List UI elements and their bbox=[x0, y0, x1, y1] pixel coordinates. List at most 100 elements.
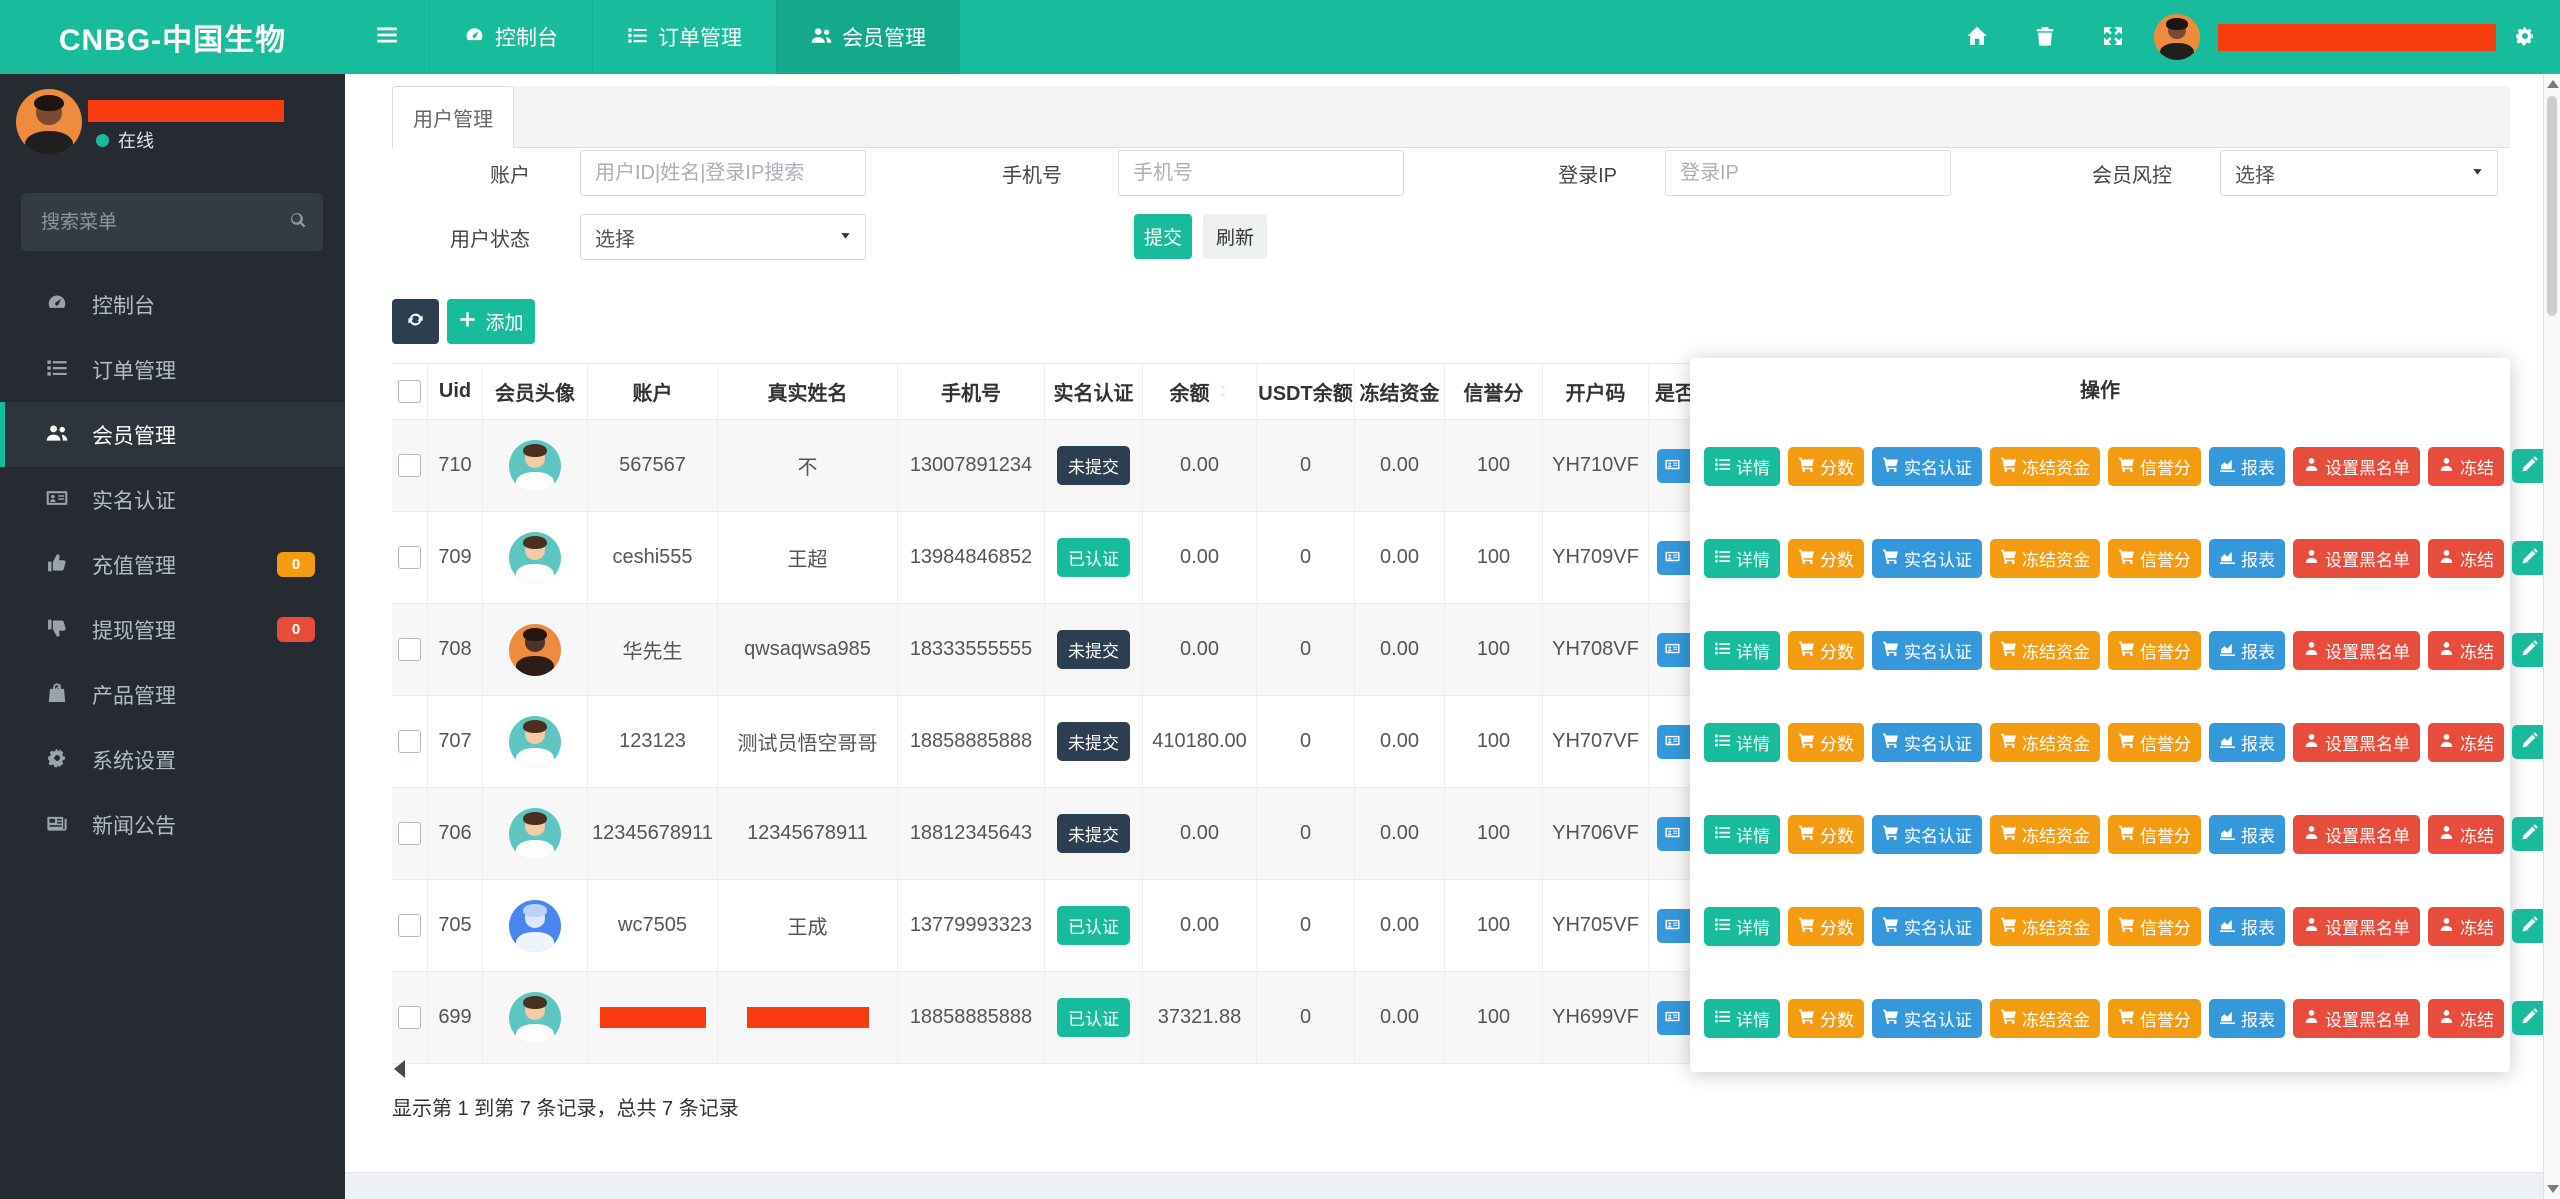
action-score-button[interactable]: 分数 bbox=[1788, 722, 1864, 762]
action-edit-button[interactable] bbox=[2512, 541, 2547, 575]
action-freeze-funds-button[interactable]: 冻结资金 bbox=[1990, 998, 2100, 1038]
action-realname-button[interactable]: 实名认证 bbox=[1872, 906, 1982, 946]
action-freeze-button[interactable]: 冻结 bbox=[2428, 814, 2504, 854]
action-freeze-funds-button[interactable]: 冻结资金 bbox=[1990, 722, 2100, 762]
action-score-button[interactable]: 分数 bbox=[1788, 906, 1864, 946]
login-ip-input[interactable] bbox=[1665, 150, 1951, 196]
sidebar-item-orders[interactable]: 订单管理 bbox=[0, 337, 345, 402]
nav-item-members[interactable]: 会员管理 bbox=[776, 0, 960, 74]
action-detail-button[interactable]: 详情 bbox=[1704, 630, 1780, 670]
add-member-button[interactable]: 添加 bbox=[447, 299, 535, 344]
action-detail-button[interactable]: 详情 bbox=[1704, 814, 1780, 854]
search-icon[interactable] bbox=[288, 210, 307, 233]
action-freeze-funds-button[interactable]: 冻结资金 bbox=[1990, 538, 2100, 578]
sidebar-toggle-button[interactable] bbox=[345, 0, 429, 74]
action-edit-button[interactable] bbox=[2512, 449, 2547, 483]
action-freeze-button[interactable]: 冻结 bbox=[2428, 538, 2504, 578]
action-credit-button[interactable]: 信誉分 bbox=[2108, 998, 2201, 1038]
fullscreen-expand-icon[interactable] bbox=[2102, 24, 2124, 50]
action-report-button[interactable]: 报表 bbox=[2209, 998, 2285, 1038]
action-score-button[interactable]: 分数 bbox=[1788, 998, 1864, 1038]
row-checkbox[interactable] bbox=[398, 730, 421, 753]
sidebar-item-realname[interactable]: 实名认证 bbox=[0, 467, 345, 532]
action-realname-button[interactable]: 实名认证 bbox=[1872, 814, 1982, 854]
nav-item-orders[interactable]: 订单管理 bbox=[592, 0, 776, 74]
action-realname-button[interactable]: 实名认证 bbox=[1872, 630, 1982, 670]
sidebar-item-recharge[interactable]: 充值管理 0 bbox=[0, 532, 345, 597]
action-detail-button[interactable]: 详情 bbox=[1704, 906, 1780, 946]
row-checkbox[interactable] bbox=[398, 454, 421, 477]
action-blacklist-button[interactable]: 设置黑名单 bbox=[2293, 814, 2420, 854]
action-realname-button[interactable]: 实名认证 bbox=[1872, 722, 1982, 762]
action-blacklist-button[interactable]: 设置黑名单 bbox=[2293, 538, 2420, 578]
refresh-button[interactable]: 刷新 bbox=[1203, 214, 1267, 259]
action-report-button[interactable]: 报表 bbox=[2209, 630, 2285, 670]
action-credit-button[interactable]: 信誉分 bbox=[2108, 538, 2201, 578]
action-report-button[interactable]: 报表 bbox=[2209, 814, 2285, 854]
action-report-button[interactable]: 报表 bbox=[2209, 538, 2285, 578]
action-report-button[interactable]: 报表 bbox=[2209, 446, 2285, 486]
action-blacklist-button[interactable]: 设置黑名单 bbox=[2293, 446, 2420, 486]
action-freeze-button[interactable]: 冻结 bbox=[2428, 446, 2504, 486]
user-avatar[interactable] bbox=[2154, 14, 2200, 60]
action-report-button[interactable]: 报表 bbox=[2209, 722, 2285, 762]
action-blacklist-button[interactable]: 设置黑名单 bbox=[2293, 630, 2420, 670]
action-blacklist-button[interactable]: 设置黑名单 bbox=[2293, 998, 2420, 1038]
action-detail-button[interactable]: 详情 bbox=[1704, 722, 1780, 762]
sidebar-item-settings[interactable]: 系统设置 bbox=[0, 727, 345, 792]
home-icon[interactable] bbox=[1966, 24, 1988, 50]
action-edit-button[interactable] bbox=[2512, 817, 2547, 851]
action-edit-button[interactable] bbox=[2512, 1001, 2547, 1035]
scrollbar-down-arrow-icon[interactable] bbox=[2547, 1185, 2559, 1193]
action-score-button[interactable]: 分数 bbox=[1788, 814, 1864, 854]
action-detail-button[interactable]: 详情 bbox=[1704, 446, 1780, 486]
action-credit-button[interactable]: 信誉分 bbox=[2108, 906, 2201, 946]
action-realname-button[interactable]: 实名认证 bbox=[1872, 538, 1982, 578]
row-checkbox[interactable] bbox=[398, 546, 421, 569]
scrollbar-up-arrow-icon[interactable] bbox=[2547, 80, 2559, 88]
sidebar-item-withdraw[interactable]: 提现管理 0 bbox=[0, 597, 345, 662]
phone-input[interactable] bbox=[1118, 150, 1404, 196]
action-freeze-funds-button[interactable]: 冻结资金 bbox=[1990, 814, 2100, 854]
settings-gear-icon[interactable] bbox=[2514, 24, 2536, 50]
tab-user-management[interactable]: 用户管理 bbox=[392, 86, 514, 148]
row-checkbox[interactable] bbox=[398, 638, 421, 661]
sidebar-item-news[interactable]: 新闻公告 bbox=[0, 792, 345, 857]
action-score-button[interactable]: 分数 bbox=[1788, 538, 1864, 578]
submit-button[interactable]: 提交 bbox=[1134, 214, 1192, 259]
action-freeze-funds-button[interactable]: 冻结资金 bbox=[1990, 446, 2100, 486]
action-freeze-button[interactable]: 冻结 bbox=[2428, 906, 2504, 946]
account-input[interactable] bbox=[580, 150, 866, 196]
sidebar-search-input[interactable] bbox=[39, 193, 273, 253]
nav-item-dashboard[interactable]: 控制台 bbox=[429, 0, 592, 74]
row-checkbox[interactable] bbox=[398, 822, 421, 845]
action-freeze-button[interactable]: 冻结 bbox=[2428, 630, 2504, 670]
scrollbar-thumb[interactable] bbox=[2547, 96, 2557, 316]
action-report-button[interactable]: 报表 bbox=[2209, 906, 2285, 946]
action-detail-button[interactable]: 详情 bbox=[1704, 998, 1780, 1038]
action-edit-button[interactable] bbox=[2512, 633, 2547, 667]
action-edit-button[interactable] bbox=[2512, 909, 2547, 943]
risk-select[interactable]: 选择 bbox=[2220, 150, 2498, 196]
select-all-checkbox[interactable] bbox=[398, 380, 421, 403]
table-reload-button[interactable] bbox=[392, 299, 439, 344]
col-balance[interactable]: 余额 bbox=[1143, 364, 1257, 419]
action-realname-button[interactable]: 实名认证 bbox=[1872, 998, 1982, 1038]
action-credit-button[interactable]: 信誉分 bbox=[2108, 446, 2201, 486]
action-detail-button[interactable]: 详情 bbox=[1704, 538, 1780, 578]
action-freeze-button[interactable]: 冻结 bbox=[2428, 998, 2504, 1038]
action-score-button[interactable]: 分数 bbox=[1788, 630, 1864, 670]
action-blacklist-button[interactable]: 设置黑名单 bbox=[2293, 722, 2420, 762]
user-status-select[interactable]: 选择 bbox=[580, 214, 866, 260]
action-freeze-funds-button[interactable]: 冻结资金 bbox=[1990, 630, 2100, 670]
sidebar-item-members[interactable]: 会员管理 bbox=[0, 402, 345, 467]
action-credit-button[interactable]: 信誉分 bbox=[2108, 630, 2201, 670]
action-freeze-funds-button[interactable]: 冻结资金 bbox=[1990, 906, 2100, 946]
action-freeze-button[interactable]: 冻结 bbox=[2428, 722, 2504, 762]
action-score-button[interactable]: 分数 bbox=[1788, 446, 1864, 486]
action-credit-button[interactable]: 信誉分 bbox=[2108, 814, 2201, 854]
vertical-scrollbar[interactable] bbox=[2543, 74, 2560, 1199]
clear-cache-trash-icon[interactable] bbox=[2034, 24, 2056, 50]
row-checkbox[interactable] bbox=[398, 914, 421, 937]
sidebar-item-dashboard[interactable]: 控制台 bbox=[0, 272, 345, 337]
